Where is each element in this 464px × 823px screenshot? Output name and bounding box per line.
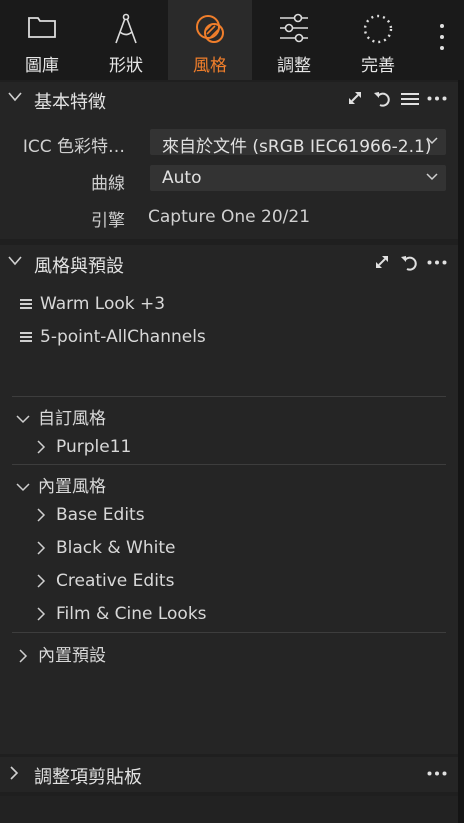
tab-label: 形狀 xyxy=(109,56,143,76)
curve-select[interactable]: Auto xyxy=(150,165,446,191)
builtin-styles-group[interactable]: 內置風格 xyxy=(16,472,106,497)
scrollbar[interactable] xyxy=(458,80,464,823)
chevron-down-icon xyxy=(426,137,438,145)
more-icon[interactable] xyxy=(427,96,447,101)
more-tabs-button[interactable] xyxy=(420,0,464,80)
tab-adjust[interactable]: 調整 xyxy=(252,0,336,80)
divider xyxy=(12,464,446,465)
tab-label: 完善 xyxy=(361,56,395,76)
reset-icon[interactable] xyxy=(400,254,418,272)
chevron-right-icon xyxy=(37,508,46,522)
applied-style-label: Warm Look +3 xyxy=(40,294,166,314)
more-icon[interactable] xyxy=(427,260,447,265)
tool-tabs: 圖庫 形狀 風格 調整 完善 xyxy=(0,0,464,80)
style-folder-item[interactable]: Purple11 xyxy=(34,437,131,457)
tab-label: 圖庫 xyxy=(25,56,59,76)
panel-header[interactable]: 風格與預設 xyxy=(0,246,458,280)
chevron-down-icon[interactable] xyxy=(8,256,22,266)
compass-icon xyxy=(84,12,168,46)
style-folder-item[interactable]: Film & Cine Looks xyxy=(34,604,207,624)
divider xyxy=(12,396,446,397)
base-characteristics-panel: 基本特徵 ICC 色彩特… 來自於文件 (sRGB IEC61966-2.1) … xyxy=(0,82,458,239)
chevron-right-icon xyxy=(37,440,46,454)
style-folder-item[interactable]: Black & White xyxy=(34,538,176,558)
folder-label: Creative Edits xyxy=(56,571,175,591)
tab-label: 風格 xyxy=(193,56,227,76)
folder-icon xyxy=(0,12,84,46)
folder-label: Black & White xyxy=(56,538,176,558)
group-label: 內置風格 xyxy=(38,477,106,497)
panel-header[interactable]: 調整項剪貼板 xyxy=(0,757,458,791)
icc-profile-value: 來自於文件 (sRGB IEC61966-2.1) xyxy=(162,137,432,157)
custom-styles-group[interactable]: 自訂風格 xyxy=(16,404,106,429)
style-folder-item[interactable]: Base Edits xyxy=(34,505,145,525)
tab-label: 調整 xyxy=(277,56,311,76)
applied-style-item[interactable]: Warm Look +3 xyxy=(20,294,165,314)
chevron-right-icon xyxy=(19,649,28,663)
engine-value: Capture One 20/21 xyxy=(148,207,311,227)
chevron-down-icon[interactable] xyxy=(8,92,22,102)
icc-profile-label: ICC 色彩特… xyxy=(22,137,125,157)
vertical-dots-icon xyxy=(440,24,444,57)
panel-header[interactable]: 基本特徵 xyxy=(0,82,458,116)
panel-title: 調整項剪貼板 xyxy=(34,767,142,788)
panel-title: 基本特徵 xyxy=(34,92,106,113)
style-folder-item[interactable]: Creative Edits xyxy=(34,571,174,591)
tab-style[interactable]: 風格 xyxy=(168,0,252,80)
chevron-right-icon xyxy=(37,574,46,588)
style-icon xyxy=(168,12,252,46)
folder-label: Purple11 xyxy=(56,437,132,457)
chevron-down-icon xyxy=(426,173,438,181)
chevron-down-icon xyxy=(16,482,30,491)
menu-icon[interactable] xyxy=(401,93,419,105)
empty-panel-area xyxy=(0,796,458,823)
curve-value: Auto xyxy=(162,168,202,188)
applied-style-item[interactable]: 5-point-AllChannels xyxy=(20,327,206,347)
chevron-right-icon[interactable] xyxy=(8,766,20,780)
tab-shape[interactable]: 形狀 xyxy=(84,0,168,80)
drag-handle-icon[interactable] xyxy=(20,330,32,344)
panel-title: 風格與預設 xyxy=(34,256,124,277)
group-label: 內置預設 xyxy=(38,646,106,666)
tab-library[interactable]: 圖庫 xyxy=(0,0,84,80)
reset-icon[interactable] xyxy=(373,90,391,108)
folder-label: Film & Cine Looks xyxy=(56,604,207,624)
styles-presets-panel: 風格與預設 Warm Look +3 5-point-AllChannels 自… xyxy=(0,245,458,754)
tab-refine[interactable]: 完善 xyxy=(336,0,420,80)
group-label: 自訂風格 xyxy=(38,409,106,429)
expand-icon[interactable] xyxy=(347,90,363,106)
engine-label: 引擎 xyxy=(91,211,125,231)
dotted-circle-icon xyxy=(336,12,420,46)
chevron-right-icon xyxy=(37,541,46,555)
expand-icon[interactable] xyxy=(374,254,390,270)
drag-handle-icon[interactable] xyxy=(20,297,32,311)
divider xyxy=(12,632,446,633)
curve-label: 曲線 xyxy=(91,174,125,194)
icc-profile-select[interactable]: 來自於文件 (sRGB IEC61966-2.1) xyxy=(150,129,446,157)
sliders-icon xyxy=(252,12,336,46)
clipboard-panel: 調整項剪貼板 xyxy=(0,757,458,792)
folder-label: Base Edits xyxy=(56,505,145,525)
chevron-down-icon xyxy=(16,414,30,423)
chevron-right-icon xyxy=(37,607,46,621)
applied-style-label: 5-point-AllChannels xyxy=(40,327,206,347)
builtin-presets-group[interactable]: 內置預設 xyxy=(16,641,106,666)
more-icon[interactable] xyxy=(427,771,447,776)
